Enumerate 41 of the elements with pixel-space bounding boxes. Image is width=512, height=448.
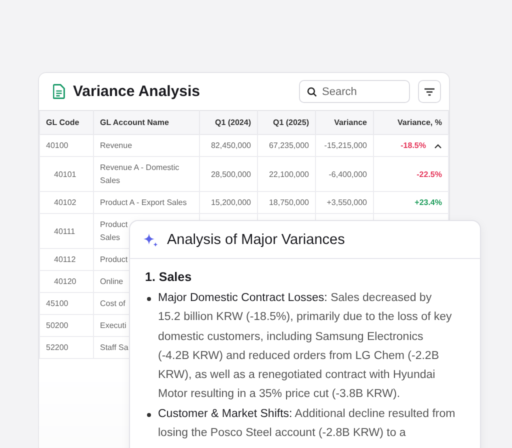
sparkle-icon bbox=[143, 232, 159, 246]
table-cell: 82,450,000 bbox=[210, 141, 251, 150]
table-cell-text: -18.5% bbox=[400, 140, 426, 152]
table-cell: -6,400,000 bbox=[328, 170, 367, 178]
table-cell: -15,215,000 bbox=[324, 141, 367, 150]
table-cell: 28,500,000 bbox=[210, 170, 251, 178]
column-header: Variance, % bbox=[398, 118, 442, 127]
column-header: Variance bbox=[334, 118, 367, 127]
table-cell: 67,235,000 bbox=[268, 141, 309, 150]
bullet-text: Customer & Market Shifts: Additional decline resulted from losing the Posco Steel account (-2.8B KRW) to a bbox=[158, 406, 456, 442]
column-header: Q1 (2024) bbox=[214, 118, 251, 127]
table-cell: +3,550,000 bbox=[326, 198, 367, 207]
card-title: Variance Analysis bbox=[73, 83, 202, 100]
table-cell: 18,750,000 bbox=[268, 198, 309, 207]
chevron-up-icon[interactable] bbox=[434, 142, 442, 148]
document-icon bbox=[53, 84, 65, 99]
filter-button[interactable] bbox=[418, 80, 441, 103]
table-cell-text: 40112 bbox=[53, 255, 76, 264]
table-cell-text: 40101 bbox=[53, 170, 76, 178]
search-field[interactable]: Search bbox=[299, 80, 410, 103]
table-cell: 15,200,000 bbox=[210, 198, 251, 207]
bullet-icon bbox=[147, 297, 151, 301]
table-cell-text: 40120 bbox=[53, 277, 76, 286]
table-cell-text: 40102 bbox=[53, 198, 76, 207]
table-cell: 45100 bbox=[46, 299, 68, 308]
table-cell: 22,100,000 bbox=[268, 170, 309, 178]
table-cell: 52200 bbox=[46, 343, 68, 352]
table-cell: 40100 bbox=[46, 141, 68, 150]
section-heading: 1. Sales bbox=[145, 270, 193, 284]
filter-icon bbox=[424, 88, 435, 96]
table-cell: Revenue A - Domestic Sales bbox=[94, 156, 200, 192]
column-header: GL Code bbox=[46, 118, 80, 127]
table-cell-text: 40111 bbox=[53, 226, 76, 236]
table-cell: 50200 bbox=[46, 321, 68, 330]
table-cell: Product A - Export Sales bbox=[94, 192, 200, 214]
table-cell-text: -22.5% bbox=[416, 168, 442, 180]
bullet-icon bbox=[147, 412, 151, 417]
table-cell: Revenue bbox=[94, 134, 200, 156]
column-header: Q1 (2025) bbox=[272, 118, 309, 127]
column-header: GL Account Name bbox=[100, 118, 169, 127]
table-cell-text: +23.4% bbox=[414, 197, 442, 209]
